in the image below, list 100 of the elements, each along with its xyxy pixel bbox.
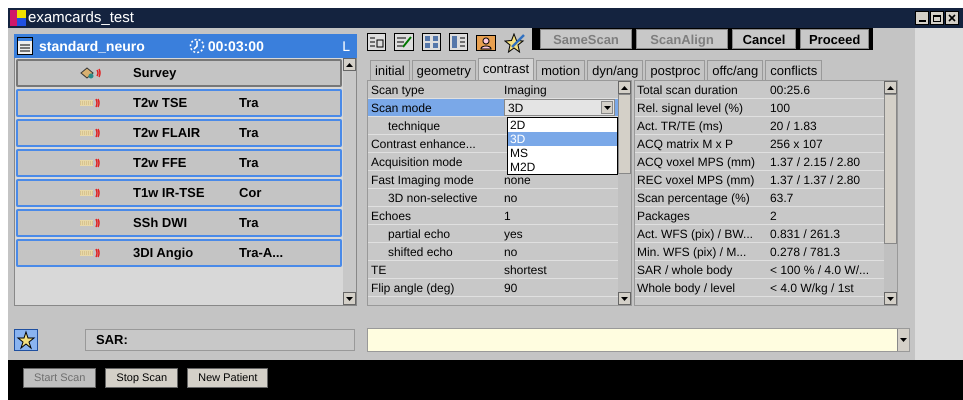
- scan-row[interactable]: SSh DWI Tra: [16, 209, 342, 237]
- scan-name: 3DI Angio: [133, 244, 194, 262]
- tab[interactable]: contrast: [478, 58, 534, 80]
- down-arrow-icon: [621, 296, 628, 300]
- timer-icon: [188, 38, 205, 54]
- tab[interactable]: geometry: [412, 60, 476, 80]
- action-button[interactable]: Proceed: [800, 29, 870, 49]
- exam-card-name: standard_neuro: [39, 36, 145, 56]
- info-value: 0.831 / 261.3: [770, 226, 840, 242]
- bottom-button[interactable]: New Patient: [187, 368, 268, 388]
- parameter-value: shortest: [504, 262, 547, 278]
- info-label: Total scan duration: [636, 82, 739, 98]
- info-value: 20 / 1.83: [770, 118, 817, 134]
- parameter-row[interactable]: shifted echo no: [368, 243, 618, 261]
- up-arrow-icon: [621, 86, 628, 90]
- parameter-row[interactable]: TE shortest: [368, 261, 618, 279]
- scan-icon: [80, 98, 102, 108]
- scroll-down-button[interactable]: [618, 292, 631, 305]
- scan-orientation: Tra: [239, 214, 259, 232]
- info-value: 00:25.6: [770, 82, 810, 98]
- info-label: ACQ voxel MPS (mm): [636, 154, 756, 170]
- down-arrow-icon: [346, 296, 353, 300]
- parameter-value: yes: [504, 226, 523, 242]
- scan-orientation: Tra: [239, 124, 259, 142]
- message-field[interactable]: [367, 328, 910, 352]
- parameter-label: partial echo: [387, 226, 452, 242]
- parameter-row[interactable]: Flip angle (deg) 90: [368, 279, 618, 297]
- dropdown-option[interactable]: M2D: [508, 160, 617, 174]
- parameter-label: Scan type: [370, 82, 426, 98]
- tab[interactable]: conflicts: [765, 60, 822, 80]
- edit-icon[interactable]: [394, 33, 414, 51]
- parameter-row[interactable]: 3D non-selective no: [368, 189, 618, 207]
- parameter-row[interactable]: Scan mode 3D: [368, 99, 618, 117]
- tab[interactable]: postproc: [645, 60, 706, 80]
- parameter-value: no: [504, 244, 518, 260]
- star-pencil-icon[interactable]: [504, 33, 526, 53]
- info-label: Min. WFS (pix) / M...: [636, 244, 748, 260]
- scrollbar[interactable]: [343, 58, 356, 305]
- scroll-thumb[interactable]: [884, 94, 897, 244]
- scan-row[interactable]: 3DI Angio Tra-A...: [16, 239, 342, 267]
- parameter-value: none: [504, 172, 531, 188]
- scan-icon: [80, 158, 102, 168]
- scroll-up-button[interactable]: [618, 81, 631, 94]
- scroll-up-button[interactable]: [343, 58, 356, 71]
- patient-folder-icon[interactable]: [476, 33, 496, 51]
- parameter-value: Imaging: [504, 82, 547, 98]
- info-label: Rel. signal level (%): [636, 100, 744, 116]
- columns-icon[interactable]: [449, 33, 468, 51]
- scan-row[interactable]: T2w TSE Tra: [16, 89, 342, 117]
- grid-icon[interactable]: [422, 33, 441, 51]
- scan-row[interactable]: T2w FLAIR Tra: [16, 119, 342, 147]
- tab[interactable]: offc/ang: [707, 60, 764, 80]
- info-value: < 4.0 W/kg / 1st: [770, 280, 854, 296]
- minimize-button[interactable]: [915, 11, 929, 25]
- scrollbar[interactable]: [618, 81, 631, 305]
- parameter-label: Acquisition mode: [370, 154, 464, 170]
- dropdown-option[interactable]: 2D: [508, 118, 617, 132]
- close-button[interactable]: [945, 11, 959, 25]
- up-arrow-icon: [887, 86, 894, 90]
- star-hand-icon[interactable]: [14, 329, 38, 351]
- parameter-label: Scan mode: [370, 100, 433, 116]
- tab[interactable]: motion: [536, 60, 586, 80]
- info-value: 2: [770, 208, 777, 224]
- bottom-button[interactable]: Stop Scan: [105, 368, 178, 388]
- scan-name: T2w TSE: [133, 94, 188, 112]
- action-button[interactable]: Cancel: [732, 29, 796, 49]
- parameter-value: 90: [504, 280, 518, 296]
- layout-icon[interactable]: [367, 33, 386, 51]
- scan-row[interactable]: Survey: [16, 59, 342, 87]
- info-label: Act. WFS (pix) / BW...: [636, 226, 754, 242]
- parameter-label: Contrast enhance...: [370, 136, 477, 152]
- scroll-up-button[interactable]: [884, 81, 897, 94]
- dropdown-button[interactable]: [897, 329, 909, 351]
- parameter-label: 3D non-selective: [387, 190, 478, 206]
- scan-orientation: Tra-A...: [239, 244, 284, 262]
- survey-icon: [80, 67, 102, 79]
- parameter-row[interactable]: partial echo yes: [368, 225, 618, 243]
- scan-orientation: Cor: [239, 184, 262, 202]
- info-label: Packages: [636, 208, 691, 224]
- tab[interactable]: dyn/ang: [587, 60, 644, 80]
- scroll-down-button[interactable]: [343, 292, 356, 305]
- info-value: 1.37 / 2.15 / 2.80: [770, 154, 860, 170]
- info-value: 256 x 107: [770, 136, 823, 152]
- down-arrow-icon: [887, 296, 894, 300]
- scan-name: SSh DWI: [133, 214, 188, 232]
- scan-name: T1w IR-TSE: [133, 184, 206, 202]
- info-value: 63.7: [770, 190, 794, 206]
- scan-row[interactable]: T2w FFE Tra: [16, 149, 342, 177]
- scrollbar[interactable]: [884, 81, 897, 305]
- maximize-button[interactable]: [930, 11, 944, 25]
- scan-row[interactable]: T1w IR-TSE Cor: [16, 179, 342, 207]
- tab[interactable]: initial: [370, 60, 410, 80]
- scan-orientation: Tra: [239, 94, 259, 112]
- scan-mode-dropdown[interactable]: 3D: [504, 99, 615, 116]
- window-title: examcards_test: [28, 8, 134, 28]
- info-value: 1.37 / 1.37 / 2.80: [770, 172, 860, 188]
- info-value: 100: [770, 100, 790, 116]
- scroll-thumb[interactable]: [618, 94, 631, 174]
- parameter-row[interactable]: Echoes 1: [368, 207, 618, 225]
- scroll-down-button[interactable]: [884, 292, 897, 305]
